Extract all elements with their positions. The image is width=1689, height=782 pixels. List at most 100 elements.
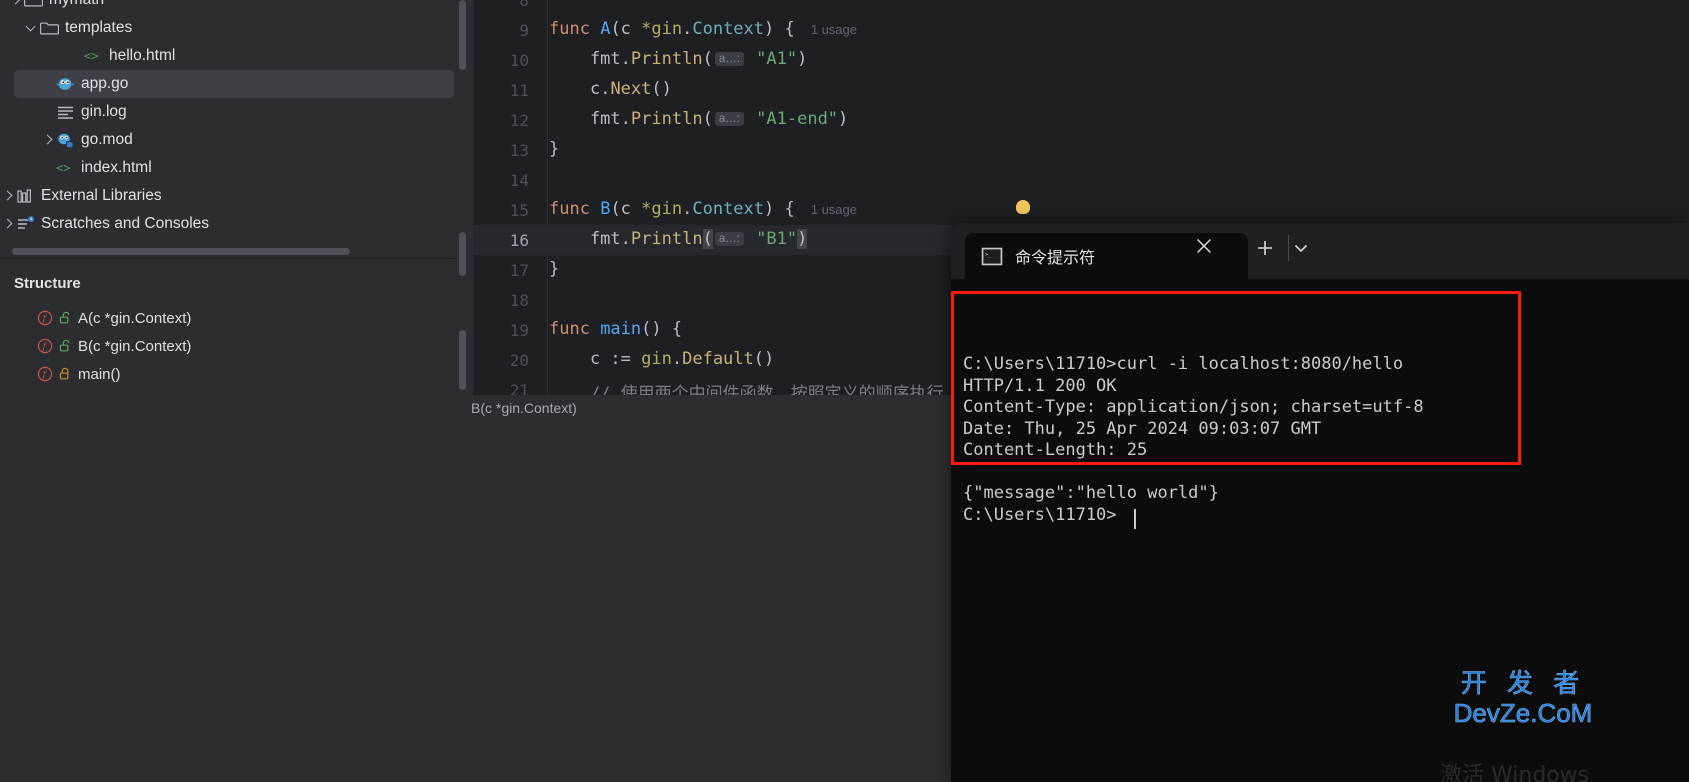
tree-item-label: templates: [65, 19, 133, 37]
code-line-text[interactable]: func B(c *gin.Context) {1 usage: [547, 199, 857, 219]
line-number: 12: [509, 111, 529, 130]
tree-item-external-libraries[interactable]: External Libraries: [0, 182, 455, 210]
editor-marker-scrollbar-top[interactable]: [459, 0, 466, 70]
tree-item-label: Scratches and Consoles: [41, 215, 210, 233]
line-number: 8: [519, 0, 529, 10]
app-window: mymath templates <> hello.html app.go gin.log…: [0, 0, 1689, 782]
terminal-line: {"message":"hello world"}: [963, 483, 1219, 503]
line-number: 15: [509, 201, 529, 220]
command-prompt-window[interactable]: >_ 命令提示符 C:\Users\11710>curl -i localhos…: [951, 223, 1689, 782]
terminal-line: Date: Thu, 25 Apr 2024 09:03:07 GMT: [963, 418, 1322, 439]
tree-item-mymath[interactable]: mymath: [0, 0, 455, 14]
line-number: 11: [509, 81, 529, 100]
tree-twisty-spacer: [68, 48, 84, 64]
terminal-line: HTTP/1.1 200 OK: [963, 375, 1117, 396]
log-icon: [56, 103, 76, 121]
parameter-hint-chip: a…:: [714, 112, 744, 126]
tree-item-label: mymath: [49, 0, 104, 8]
terminal-line: C:\Users\11710>: [963, 504, 1117, 525]
unlocked-icon: [57, 310, 73, 326]
intention-bulb-icon[interactable]: [1016, 200, 1030, 214]
usage-count-label[interactable]: 1 usage: [811, 22, 857, 37]
new-tab-icon[interactable]: [1256, 239, 1274, 257]
tree-twisty-spacer: [40, 104, 56, 120]
svg-text:f: f: [42, 314, 48, 324]
line-number: 13: [509, 141, 529, 160]
line-number: 14: [509, 171, 529, 190]
line-number: 20: [509, 351, 529, 370]
structure-item-main[interactable]: f main(): [36, 365, 121, 383]
html-icon: <>: [56, 159, 76, 177]
chevron-down-icon[interactable]: [1292, 239, 1310, 257]
tree-item-hello-html[interactable]: <> hello.html: [0, 42, 455, 70]
code-line-text[interactable]: func A(c *gin.Context) {1 usage: [547, 19, 857, 39]
chevron-down-icon[interactable]: [24, 20, 40, 36]
close-icon[interactable]: [1195, 237, 1213, 255]
structure-item-label: B(c *gin.Context): [78, 337, 192, 355]
go-mod-icon: [56, 131, 76, 149]
line-number: 17: [509, 261, 529, 280]
tree-item-label: go.mod: [81, 131, 133, 149]
tree-item-go-mod[interactable]: go.mod: [0, 126, 455, 154]
project-tree-horizontal-scrollbar[interactable]: [12, 248, 350, 255]
structure-item-label: A(c *gin.Context): [78, 309, 192, 327]
svg-text:<>: <>: [56, 161, 70, 175]
svg-text:>_: >_: [985, 252, 992, 258]
function-icon: f: [36, 337, 54, 355]
structure-item-A[interactable]: f A(c *gin.Context): [36, 309, 191, 327]
tree-item-label: hello.html: [109, 47, 176, 65]
scratches-icon: [16, 215, 36, 233]
tree-item-label: app.go: [81, 75, 129, 93]
folder-icon: [40, 19, 60, 37]
structure-panel: Structure f A(c *gin.Context) f B(c *gin.Co…: [0, 259, 455, 397]
chevron-right-icon[interactable]: [8, 0, 24, 8]
console-icon: >_: [981, 247, 1003, 266]
tree-item-scratches-and-consoles[interactable]: Scratches and Consoles: [0, 210, 455, 238]
library-icon: [16, 187, 36, 205]
terminal-toolbar-separator: [1288, 235, 1289, 261]
svg-text:f: f: [42, 342, 48, 352]
tree-item-app-go[interactable]: app.go: [14, 70, 454, 98]
code-line-text[interactable]: c.Next(): [547, 79, 672, 99]
line-number: 9: [519, 21, 529, 40]
editor-marker-scrollbar-bottom[interactable]: [459, 330, 466, 390]
function-icon: f: [36, 309, 54, 327]
function-icon: f: [36, 365, 54, 383]
line-number: 16: [509, 231, 529, 250]
breadcrumb-label: B(c *gin.Context): [471, 399, 577, 416]
structure-item-B[interactable]: f B(c *gin.Context): [36, 337, 191, 355]
terminal-line: Content-Length: 25: [963, 440, 1148, 460]
windows-activation-text: 激活 Windows: [1440, 763, 1590, 782]
terminal-line: Content-Type: application/json; charset=…: [963, 397, 1424, 417]
locked-icon: [57, 366, 73, 382]
line-number: 10: [509, 51, 529, 70]
tree-item-label: External Libraries: [41, 187, 162, 205]
code-line-text[interactable]: c := gin.Default(): [547, 349, 774, 369]
chevron-right-icon[interactable]: [0, 188, 16, 204]
code-line-text[interactable]: }: [547, 139, 559, 159]
html-icon: <>: [84, 47, 104, 65]
code-line-text[interactable]: fmt.Println(a…: "A1-end"): [547, 109, 848, 129]
parameter-hint-chip: a…:: [714, 232, 744, 246]
editor-marker-scrollbar-mid[interactable]: [459, 232, 466, 276]
code-line-text[interactable]: }: [547, 259, 559, 279]
tree-item-templates[interactable]: templates: [0, 14, 455, 42]
tree-item-index-html[interactable]: <> index.html: [0, 154, 455, 182]
chevron-right-icon[interactable]: [40, 132, 56, 148]
terminal-cursor: [1134, 509, 1136, 529]
parameter-hint-chip: a…:: [714, 52, 744, 66]
terminal-output[interactable]: C:\Users\11710>curl -i localhost:8080/he…: [951, 279, 1689, 782]
usage-count-label[interactable]: 1 usage: [811, 202, 857, 217]
structure-title: Structure: [14, 275, 81, 292]
terminal-title-bar: >_ 命令提示符: [951, 223, 1689, 279]
unlocked-icon: [57, 338, 73, 354]
code-line-text[interactable]: func main() {: [547, 319, 682, 339]
svg-text:f: f: [42, 370, 48, 380]
folder-icon: [24, 0, 44, 9]
chevron-right-icon[interactable]: [0, 216, 16, 232]
tree-twisty-spacer: [40, 160, 56, 176]
code-line-text[interactable]: fmt.Println(a…: "B1"): [547, 229, 808, 249]
tree-item-gin-log[interactable]: gin.log: [0, 98, 455, 126]
code-line-text[interactable]: fmt.Println(a…: "A1"): [547, 49, 807, 69]
terminal-line: C:\Users\11710>curl -i localhost:8080/he…: [963, 354, 1404, 374]
